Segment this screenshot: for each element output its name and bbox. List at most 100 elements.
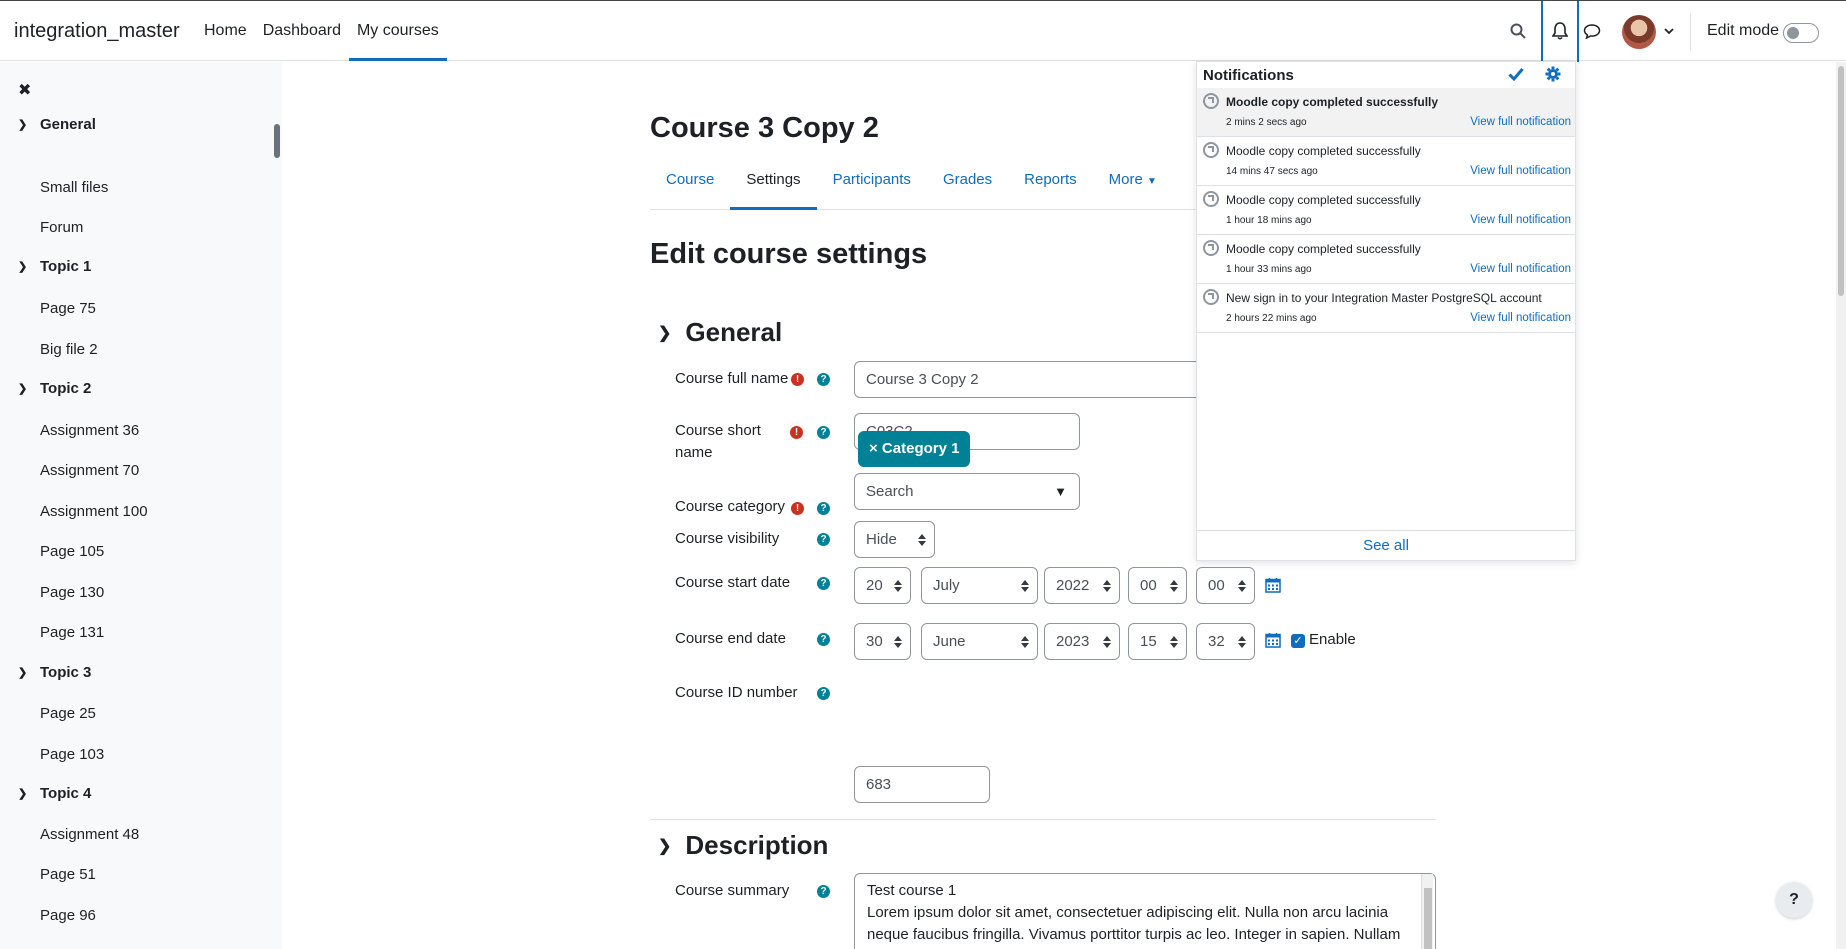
- nav-my-courses[interactable]: My courses: [348, 1, 447, 61]
- close-icon[interactable]: ✖: [18, 80, 31, 100]
- drawer-activity[interactable]: Page 25: [40, 705, 96, 722]
- drawer-section-topic-2[interactable]: ❯ Topic 2: [18, 380, 91, 397]
- end-day-select[interactable]: 30: [854, 623, 911, 660]
- drawer-activity[interactable]: Assignment 100: [40, 503, 148, 520]
- drawer-activity[interactable]: Assignment 36: [40, 422, 139, 439]
- category-search-input[interactable]: Search ▼: [854, 473, 1080, 510]
- see-all-notifications-link[interactable]: See all: [1197, 530, 1575, 560]
- drawer-activity[interactable]: Forum: [40, 219, 83, 236]
- start-year-value: 2022: [1056, 577, 1090, 594]
- end-minute-select[interactable]: 32: [1196, 623, 1255, 660]
- tab-course[interactable]: Course: [650, 160, 730, 210]
- messages-icon[interactable]: [1580, 19, 1604, 43]
- nav-home[interactable]: Home: [196, 1, 255, 61]
- drawer-section-topic-1[interactable]: ❯ Topic 1: [18, 258, 91, 275]
- gear-icon[interactable]: [1545, 66, 1561, 86]
- required-icon: !: [791, 373, 804, 386]
- help-icon[interactable]: ?: [817, 885, 830, 898]
- fieldset-description-toggle[interactable]: ❯ Description: [658, 830, 828, 861]
- help-icon[interactable]: ?: [817, 373, 830, 386]
- end-month-select[interactable]: June: [921, 623, 1038, 660]
- tab-participants[interactable]: Participants: [817, 160, 927, 210]
- site-brand[interactable]: integration_master: [14, 20, 180, 43]
- view-full-notification-link[interactable]: View full notification: [1470, 214, 1571, 226]
- end-date-enable-checkbox[interactable]: ✓: [1291, 634, 1305, 648]
- summary-textarea[interactable]: Test course 1 Lorem ipsum dolor sit amet…: [854, 873, 1436, 949]
- help-icon[interactable]: ?: [817, 502, 830, 515]
- drawer-activity[interactable]: Small files: [40, 179, 108, 196]
- help-icon[interactable]: ?: [817, 687, 830, 700]
- drawer-activity[interactable]: Big file 2: [40, 341, 98, 358]
- required-icon: !: [791, 502, 804, 515]
- help-icon[interactable]: ?: [817, 577, 830, 590]
- view-full-notification-link[interactable]: View full notification: [1470, 116, 1571, 128]
- notification-icon: [1203, 240, 1219, 256]
- calendar-icon[interactable]: [1265, 632, 1281, 648]
- help-icon[interactable]: ?: [817, 633, 830, 646]
- chevron-down-icon: ❯: [18, 119, 28, 131]
- tab-reports[interactable]: Reports: [1008, 160, 1093, 210]
- help-button[interactable]: ?: [1776, 882, 1812, 918]
- chevron-down-icon: ❯: [658, 324, 672, 342]
- calendar-icon[interactable]: [1265, 577, 1281, 593]
- drawer-activity[interactable]: Page 51: [40, 866, 96, 883]
- view-full-notification-link[interactable]: View full notification: [1470, 263, 1571, 275]
- select-arrows-icon: [918, 534, 926, 546]
- check-icon[interactable]: [1508, 67, 1524, 85]
- notification-item[interactable]: Moodle copy completed successfully 1 hou…: [1197, 186, 1575, 235]
- drawer-activity[interactable]: Page 105: [40, 543, 104, 560]
- notification-item[interactable]: New sign in to your Integration Master P…: [1197, 284, 1575, 333]
- visibility-select[interactable]: Hide: [854, 521, 935, 558]
- idnumber-input[interactable]: 683: [854, 766, 990, 803]
- help-icon[interactable]: ?: [817, 426, 830, 439]
- end-hour-select[interactable]: 15: [1128, 623, 1187, 660]
- drawer-activity[interactable]: Assignment 70: [40, 462, 139, 479]
- chevron-down-icon: ❯: [18, 788, 28, 800]
- drawer-section-topic-4[interactable]: ❯ Topic 4: [18, 785, 91, 802]
- notification-icon: [1203, 93, 1219, 109]
- course-title: Course 3 Copy 2: [650, 112, 879, 144]
- notification-item[interactable]: Moodle copy completed successfully 1 hou…: [1197, 235, 1575, 284]
- drawer-section-general[interactable]: ❯ General: [18, 116, 96, 133]
- edit-mode-toggle[interactable]: [1783, 23, 1819, 43]
- notification-item[interactable]: Moodle copy completed successfully 14 mi…: [1197, 137, 1575, 186]
- full-name-label: Course full name: [675, 370, 789, 387]
- drawer-activity[interactable]: Page 131: [40, 624, 104, 641]
- course-index-drawer: ✖ ❯ General Small files Forum ❯ Topic 1 Pa…: [0, 62, 282, 949]
- drawer-activity[interactable]: Page 130: [40, 584, 104, 601]
- chevron-down-icon[interactable]: [1657, 19, 1681, 43]
- notification-time: 2 hours 22 mins ago: [1226, 313, 1317, 324]
- end-year-select[interactable]: 2023: [1044, 623, 1120, 660]
- drawer-activity[interactable]: Assignment 48: [40, 826, 139, 843]
- search-icon[interactable]: [1506, 19, 1530, 43]
- start-day-select[interactable]: 20: [854, 567, 911, 604]
- drawer-activity[interactable]: Page 96: [40, 907, 96, 924]
- drawer-section-topic-3[interactable]: ❯ Topic 3: [18, 664, 91, 681]
- drawer-activity[interactable]: Page 103: [40, 746, 104, 763]
- start-month-select[interactable]: July: [921, 567, 1038, 604]
- category-badge[interactable]: × Category 1: [858, 431, 971, 467]
- notification-time: 2 mins 2 secs ago: [1226, 117, 1307, 128]
- user-avatar[interactable]: [1622, 15, 1656, 49]
- tab-more[interactable]: More ▼: [1093, 160, 1173, 210]
- end-month-value: June: [933, 633, 966, 650]
- idnumber-label: Course ID number: [675, 684, 798, 701]
- start-minute-select[interactable]: 00: [1196, 567, 1255, 604]
- tab-grades[interactable]: Grades: [927, 160, 1008, 210]
- notification-item[interactable]: Moodle copy completed successfully 2 min…: [1197, 88, 1575, 137]
- drawer-activity[interactable]: Page 75: [40, 300, 96, 317]
- drawer-scrollbar[interactable]: [274, 124, 280, 158]
- view-full-notification-link[interactable]: View full notification: [1470, 312, 1571, 324]
- view-full-notification-link[interactable]: View full notification: [1470, 165, 1571, 177]
- start-year-select[interactable]: 2022: [1044, 567, 1120, 604]
- notifications-toggle[interactable]: [1541, 1, 1579, 62]
- fieldset-general-toggle[interactable]: ❯ General: [658, 317, 782, 348]
- navbar-divider: [1690, 13, 1691, 51]
- page-scrollbar[interactable]: [1836, 62, 1846, 949]
- textarea-scrollbar[interactable]: [1421, 874, 1433, 949]
- nav-dashboard[interactable]: Dashboard: [255, 1, 349, 61]
- start-hour-select[interactable]: 00: [1128, 567, 1187, 604]
- chevron-down-icon: ❯: [18, 383, 28, 395]
- tab-settings[interactable]: Settings: [730, 160, 817, 210]
- help-icon[interactable]: ?: [817, 533, 830, 546]
